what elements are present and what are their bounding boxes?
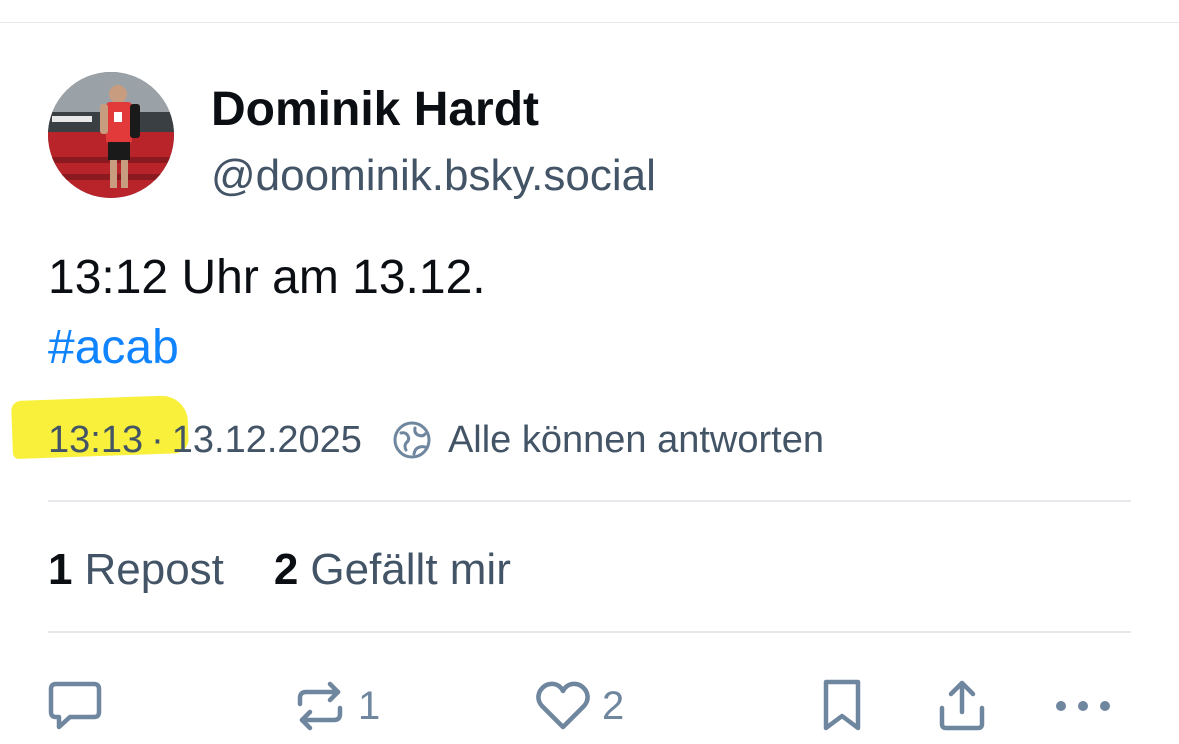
divider-meta (48, 500, 1131, 502)
post-text: 13:12 Uhr am 13.12. (48, 251, 486, 304)
bookmark-button[interactable] (818, 678, 866, 734)
bookmark-icon (818, 678, 866, 734)
share-icon (934, 678, 990, 734)
divider-stats (48, 631, 1131, 633)
repost-count: 1 (358, 683, 381, 728)
post-date: 13.12.2025 (171, 418, 362, 461)
post-time: 13:13 (48, 418, 144, 461)
post-meta-row: 13:13 · 13.12.2025 Alle können antworten (48, 414, 824, 466)
reply-button[interactable] (46, 678, 104, 734)
reposts-count[interactable]: 1 (48, 545, 72, 595)
avatar-image (48, 72, 174, 198)
more-icon (1052, 678, 1114, 734)
heart-icon (534, 678, 592, 734)
meta-separator: · (151, 418, 164, 461)
likes-count[interactable]: 2 (274, 545, 298, 595)
author-display-name[interactable]: Dominik Hardt (211, 80, 539, 140)
avatar[interactable] (48, 72, 174, 198)
like-count: 2 (602, 683, 625, 728)
globe-icon (392, 420, 432, 460)
reply-setting[interactable]: Alle können antworten (448, 419, 824, 462)
repost-icon (292, 678, 348, 734)
engagement-stats: 1 Repost 2 Gefällt mir (48, 542, 511, 598)
repost-button[interactable]: 1 (292, 678, 380, 734)
more-button[interactable] (1052, 678, 1114, 734)
likes-label[interactable]: Gefällt mir (310, 545, 510, 595)
top-divider (0, 22, 1179, 23)
author-handle[interactable]: @doominik.bsky.social (211, 148, 656, 204)
hashtag-link[interactable]: #acab (48, 318, 179, 378)
like-button[interactable]: 2 (534, 678, 624, 734)
comment-icon (46, 678, 104, 734)
reposts-label[interactable]: Repost (84, 545, 223, 595)
share-button[interactable] (934, 678, 990, 734)
